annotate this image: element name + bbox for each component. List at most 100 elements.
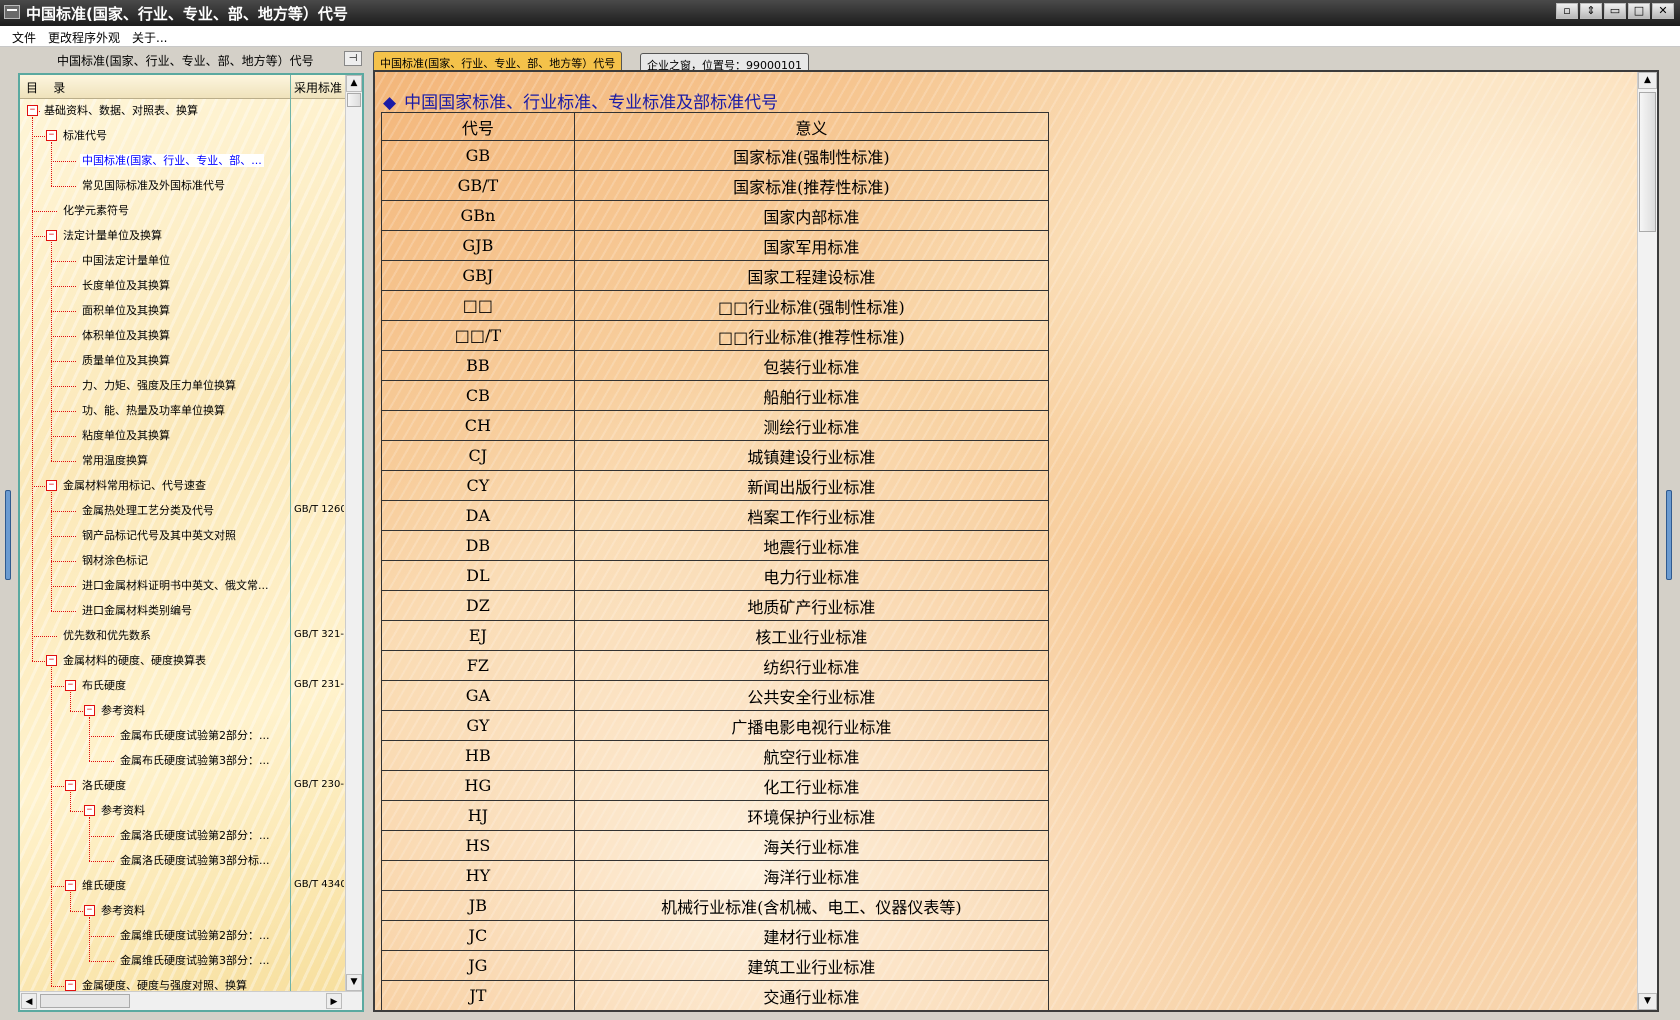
- tree-item[interactable]: − 洛氏硬度 GB/T 230-: [20, 774, 345, 797]
- tree-view[interactable]: 目 录 采用标准 − 基础资料、数据、对照表、换算 − 标准代号 中国标准(国家、行业、…: [20, 75, 345, 991]
- scroll-thumb[interactable]: [347, 93, 361, 107]
- tree-item[interactable]: 钢材涂色标记: [20, 549, 345, 572]
- tree-item[interactable]: 中国标准(国家、行业、专业、部、...: [20, 149, 345, 172]
- menu-about[interactable]: 关于...: [132, 29, 167, 46]
- cell-code: GY: [381, 710, 575, 741]
- tree-item[interactable]: 金属洛氏硬度试验第2部分：...: [20, 824, 345, 847]
- tab-china-standard-codes[interactable]: 中国标准(国家、行业、专业、部、地方等）代号: [373, 51, 623, 70]
- maximize-button[interactable]: □: [1628, 3, 1650, 19]
- close-button[interactable]: ✕: [1652, 3, 1674, 19]
- content-vertical-scrollbar[interactable]: ▲ ▼: [1637, 72, 1657, 1010]
- scroll-up-icon[interactable]: ▲: [346, 75, 362, 92]
- tree-item[interactable]: − 金属材料的硬度、硬度换算表: [20, 649, 345, 672]
- collapse-icon[interactable]: −: [84, 705, 95, 716]
- tree-item[interactable]: − 基础资料、数据、对照表、换算: [20, 99, 345, 122]
- cell-code: HY: [381, 860, 575, 891]
- tree-item[interactable]: − 金属材料常用标记、代号速查: [20, 474, 345, 497]
- tree-item[interactable]: 功、能、热量及功率单位换算: [20, 399, 345, 422]
- cell-code: FZ: [381, 650, 575, 681]
- cell-code: JG: [381, 950, 575, 981]
- tree-item[interactable]: − 参考资料: [20, 699, 345, 722]
- rollup-button[interactable]: ▫: [1556, 3, 1578, 19]
- horizontal-scroll-thumb[interactable]: [40, 994, 130, 1008]
- tree-item[interactable]: 化学元素符号: [20, 199, 345, 222]
- tree-item[interactable]: 粘度单位及其换算: [20, 424, 345, 447]
- cell-code: CJ: [381, 440, 575, 471]
- panel-caption: 中国标准(国家、行业、专业、部、地方等）代号: [57, 54, 314, 68]
- collapse-icon[interactable]: −: [46, 480, 57, 491]
- tree-item[interactable]: − 参考资料: [20, 899, 345, 922]
- tree-item[interactable]: 常用温度换算: [20, 449, 345, 472]
- tree-item[interactable]: 金属洛氏硬度试验第3部分标...: [20, 849, 345, 872]
- tree-item-label: 布氏硬度: [82, 679, 126, 692]
- tree-item[interactable]: − 金属硬度、硬度与强度对照、换算: [20, 974, 345, 991]
- pin-window-button[interactable]: ⇕: [1580, 3, 1602, 19]
- tree-item[interactable]: 面积单位及其换算: [20, 299, 345, 322]
- cell-code: JT: [381, 980, 575, 1010]
- tree-item[interactable]: 进口金属材料证明书中英文、俄文常...: [20, 574, 345, 597]
- tree-item[interactable]: 金属维氏硬度试验第2部分：...: [20, 924, 345, 947]
- content-scroll-thumb[interactable]: [1639, 92, 1656, 232]
- tree-item-label: 长度单位及其换算: [82, 279, 170, 292]
- menu-file[interactable]: 文件: [12, 29, 36, 46]
- cell-code: CH: [381, 410, 575, 441]
- collapse-icon[interactable]: −: [46, 130, 57, 141]
- content-scroll-up-icon[interactable]: ▲: [1638, 72, 1657, 89]
- tree-item[interactable]: 金属布氏硬度试验第2部分：...: [20, 724, 345, 747]
- collapse-icon[interactable]: −: [65, 880, 76, 891]
- title-bar: 中国标准(国家、行业、专业、部、地方等）代号 ▫ ⇕ ▭ □ ✕: [0, 0, 1680, 26]
- tree-horizontal-scrollbar[interactable]: ◀ ▶: [20, 991, 362, 1010]
- menu-appearance[interactable]: 更改程序外观: [48, 29, 120, 46]
- collapse-icon[interactable]: −: [65, 780, 76, 791]
- tree-vertical-scrollbar[interactable]: ▲ ▼: [345, 75, 362, 991]
- tree-item[interactable]: 常见国际标准及外国标准代号: [20, 174, 345, 197]
- collapse-icon[interactable]: −: [84, 805, 95, 816]
- cell-code: DZ: [381, 590, 575, 621]
- tree-item-label: 功、能、热量及功率单位换算: [82, 404, 225, 417]
- pin-icon[interactable]: ⊣: [344, 51, 362, 66]
- tree-item[interactable]: − 维氏硬度 GB/T 4340: [20, 874, 345, 897]
- content-scroll-down-icon[interactable]: ▼: [1638, 993, 1657, 1010]
- scroll-down-icon[interactable]: ▼: [346, 974, 362, 991]
- column-header-contents[interactable]: 目 录: [26, 79, 65, 96]
- tree-item[interactable]: 金属维氏硬度试验第3部分：...: [20, 949, 345, 972]
- tree-connector: [51, 286, 76, 287]
- tree-item[interactable]: 优先数和优先数系 GB/T 321-: [20, 624, 345, 647]
- system-menu-icon[interactable]: [4, 5, 20, 19]
- cell-code: GBn: [381, 200, 575, 231]
- tree-item[interactable]: 钢产品标记代号及其中英文对照: [20, 524, 345, 547]
- tree-item[interactable]: − 布氏硬度 GB/T 231-: [20, 674, 345, 697]
- collapse-icon[interactable]: −: [46, 230, 57, 241]
- tree-item-label: 金属材料的硬度、硬度换算表: [63, 654, 206, 667]
- minimize-button[interactable]: ▭: [1604, 3, 1626, 19]
- scroll-left-icon[interactable]: ◀: [21, 993, 37, 1009]
- tree-item[interactable]: − 参考资料: [20, 799, 345, 822]
- document-view: ◆ 中国国家标准、行业标准、专业标准及部标准代号 代号 意义 GB 国家标准(强制性…: [375, 72, 1637, 1010]
- collapse-icon[interactable]: −: [27, 105, 38, 116]
- tree-item[interactable]: 中国法定计量单位: [20, 249, 345, 272]
- tree-item[interactable]: 金属布氏硬度试验第3部分：...: [20, 749, 345, 772]
- tree-connector: [89, 736, 114, 737]
- tab-enterprise-window[interactable]: 企业之窗，位置号：99000101: [640, 53, 809, 72]
- cell-code: GA: [381, 680, 575, 711]
- collapse-icon[interactable]: −: [65, 980, 76, 991]
- collapse-icon[interactable]: −: [84, 905, 95, 916]
- tree-item[interactable]: 金属热处理工艺分类及代号 GB/T 1260: [20, 499, 345, 522]
- collapse-icon[interactable]: −: [65, 680, 76, 691]
- tree-item[interactable]: 质量单位及其换算: [20, 349, 345, 372]
- left-dock-tab[interactable]: [5, 490, 11, 580]
- tree-item[interactable]: − 法定计量单位及换算: [20, 224, 345, 247]
- column-header-standard[interactable]: 采用标准: [294, 79, 342, 96]
- scroll-right-icon[interactable]: ▶: [326, 993, 342, 1009]
- collapse-icon[interactable]: −: [46, 655, 57, 666]
- cell-meaning: 船舶行业标准: [573, 380, 1050, 411]
- cell-code: CB: [381, 380, 575, 411]
- tree-item[interactable]: − 标准代号: [20, 124, 345, 147]
- tree-item[interactable]: 进口金属材料类别编号: [20, 599, 345, 622]
- right-dock-tab[interactable]: [1666, 490, 1672, 580]
- tree-item[interactable]: 长度单位及其换算: [20, 274, 345, 297]
- tree-item[interactable]: 体积单位及其换算: [20, 324, 345, 347]
- cell-code: JB: [381, 890, 575, 921]
- tree-item[interactable]: 力、力矩、强度及压力单位换算: [20, 374, 345, 397]
- tree-item-label: 金属洛氏硬度试验第3部分标...: [120, 854, 270, 867]
